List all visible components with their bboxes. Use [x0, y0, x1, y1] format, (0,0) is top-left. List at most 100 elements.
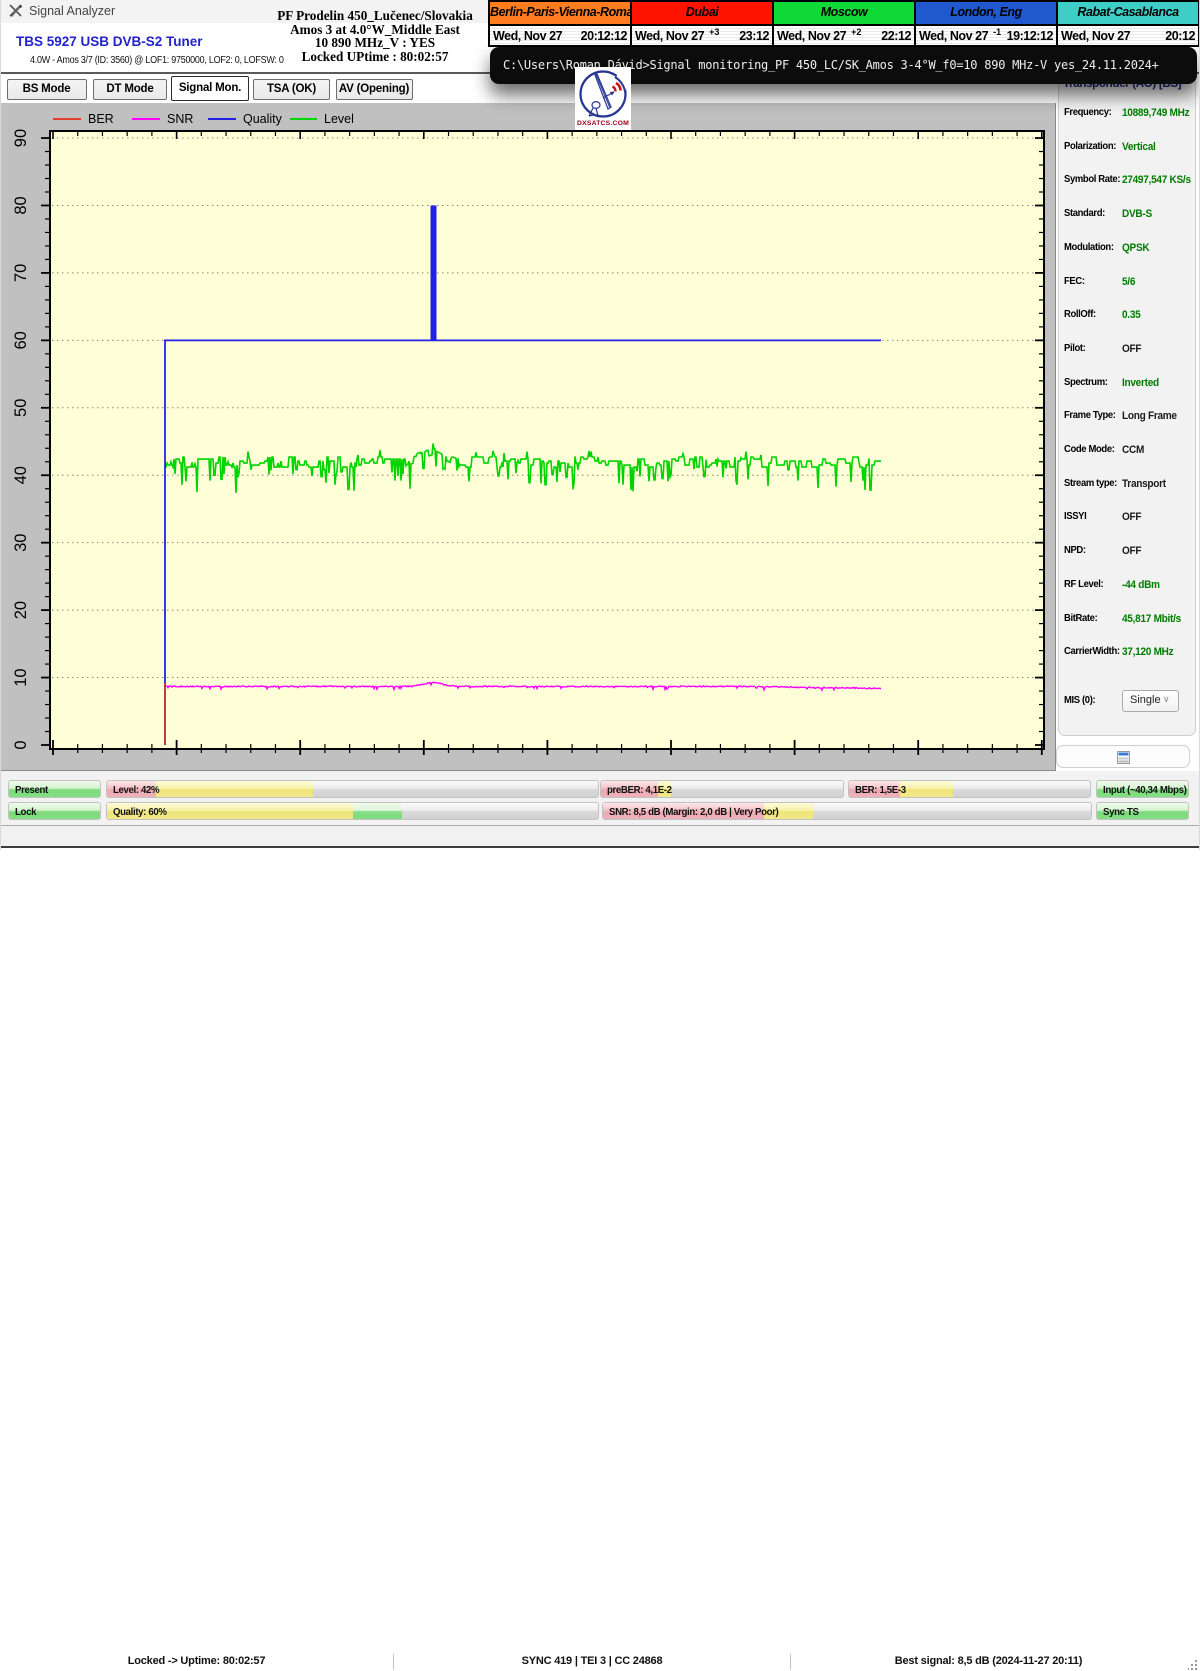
tp-label-code-mode: Code Mode:	[1064, 444, 1115, 455]
tp-value: 37,120 MHz	[1122, 646, 1173, 658]
tp-label-carrierwidth: CarrierWidth:	[1064, 646, 1120, 657]
tab-bs-mode[interactable]: BS Mode	[7, 79, 87, 100]
tp-value: Inverted	[1122, 377, 1159, 389]
legend-swatch-ber	[53, 118, 81, 120]
statusbar-uptime: Locked -> Uptime: 80:02:57	[0, 1655, 393, 1667]
clock-city-label: London, Eng	[916, 2, 1056, 24]
mis-label: MIS (0):	[1064, 695, 1095, 706]
tp-value: Transport	[1122, 478, 1166, 490]
tp-label-npd: NPD:	[1064, 545, 1086, 556]
tp-value: OFF	[1122, 343, 1141, 355]
clock-utc-offset: +2	[851, 27, 861, 37]
tp-value: 0.35	[1122, 309, 1140, 321]
dxsatcs-logo: DXSATCS.COM	[575, 67, 631, 130]
tp-label-issyi: ISSYI	[1064, 511, 1086, 522]
meter-preber: preBER: 4,1E-2	[600, 780, 844, 798]
meter-label: Level: 42%	[113, 784, 159, 796]
clock-utc-offset: -1	[993, 27, 1001, 37]
clock-date: Wed, Nov 27	[635, 29, 704, 43]
meter-bars-region: Present Level: 42% preBER: 4,1E-2 BER: 1,5E…	[0, 771, 1200, 825]
clock-date: Wed, Nov 27	[777, 29, 846, 43]
tp-label-rolloff: RollOff:	[1064, 309, 1096, 320]
tab-tsa-ok[interactable]: TSA (OK)	[253, 79, 330, 100]
meter-label: preBER: 4,1E-2	[607, 784, 672, 796]
legend-swatch-level	[290, 118, 317, 120]
window-title: Signal Analyzer	[29, 4, 115, 18]
legend-swatch-snr	[132, 118, 160, 120]
tp-label-spectrum: Spectrum:	[1064, 377, 1108, 388]
tp-label-polarization: Polarization:	[1064, 141, 1116, 152]
clock-time: 19:12:12	[1007, 29, 1053, 43]
svg-text:0: 0	[12, 740, 30, 749]
legend-item-ber: BER	[53, 111, 114, 127]
site-info: PF Prodelin 450_Lučenec/SlovakiaAmos 3 a…	[225, 9, 525, 64]
clock-time: 20:12:12	[581, 29, 627, 43]
clock-time: 23:12	[739, 29, 769, 43]
world-clocks: Berlin-Paris-Vienna-RomaWed, Nov 2720:12…	[488, 0, 1200, 47]
clock-datetime: Wed, Nov 27 +3 23:12	[632, 24, 772, 45]
app-icon	[8, 3, 24, 19]
site-info-line: 10 890 MHz_V : YES	[225, 36, 525, 50]
tp-label-fec: FEC:	[1064, 276, 1085, 287]
meter-label: SNR: 8,5 dB (Margin: 2,0 dB | Very Poor)	[609, 806, 778, 818]
svg-text:10: 10	[12, 668, 30, 686]
meter-label: Present	[15, 784, 48, 796]
clock-time: 20:12	[1165, 29, 1195, 43]
logo-caption: DXSATCS.COM	[575, 120, 631, 127]
tp-label-stream-type: Stream type:	[1064, 478, 1117, 489]
tp-value: 45,817 Mbit/s	[1122, 613, 1181, 625]
meter-label: Lock	[15, 806, 36, 818]
clock-berlin-paris-vienna-roma: Berlin-Paris-Vienna-RomaWed, Nov 2720:12…	[490, 2, 632, 45]
tp-label-pilot: Pilot:	[1064, 343, 1085, 354]
clock-date: Wed, Nov 27	[1061, 29, 1130, 43]
meter-level: Level: 42%	[106, 780, 599, 798]
clock-datetime: Wed, Nov 27+222:12	[774, 24, 914, 45]
tab-dt-mode[interactable]: DT Mode	[93, 79, 167, 100]
clock-utc-offset: +3	[709, 27, 719, 37]
chart-panel: BERSNRQualityLevel 0102030405060708090	[0, 103, 1056, 771]
clock-city-label: Dubai	[632, 2, 772, 24]
clock-moscow: MoscowWed, Nov 27+222:12	[774, 2, 916, 45]
panel-footer-card	[1056, 745, 1190, 768]
meter-label: BER: 1,5E-3	[855, 784, 906, 796]
tp-value: Vertical	[1122, 141, 1156, 153]
meter-label: Input (~40,34 Mbps)	[1103, 784, 1186, 796]
tab-signal-mon[interactable]: Signal Mon.	[171, 76, 249, 101]
window-bottom-edge	[0, 846, 1200, 848]
list-view-button[interactable]	[1117, 751, 1130, 764]
tab-av-opening[interactable]: AV (Opening)	[336, 79, 413, 100]
svg-text:80: 80	[12, 196, 30, 214]
statusbar: Locked -> Uptime: 80:02:57 SYNC 419 | TE…	[0, 825, 1200, 848]
clock-datetime: Wed, Nov 2720:12:12	[490, 24, 630, 45]
chevron-down-icon: ∨	[1163, 694, 1173, 704]
satellite-dish-icon	[575, 67, 631, 121]
tp-value: Long Frame	[1122, 410, 1177, 422]
meter-quality: Quality: 60%	[106, 802, 599, 820]
meter-present: Present	[8, 780, 101, 798]
svg-text:70: 70	[12, 264, 30, 282]
resize-grip[interactable]	[1188, 1660, 1198, 1671]
tp-value: QPSK	[1122, 242, 1149, 254]
legend-item-quality: Quality	[208, 111, 282, 127]
legend-label: SNR	[167, 112, 193, 126]
statusbar-best-signal: Best signal: 8,5 dB (2024-11-27 20:11)	[791, 1655, 1186, 1667]
clock-date: Wed, Nov 27	[919, 29, 988, 43]
tp-label-standard: Standard:	[1064, 208, 1105, 219]
tp-value: OFF	[1122, 545, 1141, 557]
legend-label: BER	[88, 112, 114, 126]
site-info-line: Amos 3 at 4.0°W_Middle East	[225, 23, 525, 37]
clock-rabat-casablanca: Rabat-CasablancaWed, Nov 2720:12	[1058, 2, 1198, 45]
meter-ber: BER: 1,5E-3	[848, 780, 1091, 798]
meter-snr: SNR: 8,5 dB (Margin: 2,0 dB | Very Poor)	[602, 802, 1092, 820]
tp-value: DVB-S	[1122, 208, 1152, 220]
clock-london-eng: London, Eng Wed, Nov 27 -1 19:12:12	[916, 2, 1058, 45]
tp-value: CCM	[1122, 444, 1144, 456]
legend-item-snr: SNR	[132, 111, 193, 127]
legend-swatch-quality	[208, 118, 236, 120]
tp-value: -44 dBm	[1122, 579, 1160, 591]
legend-label: Level	[324, 112, 354, 126]
tp-label-frame-type: Frame Type:	[1064, 410, 1116, 421]
tp-label-frequency: Frequency:	[1064, 107, 1111, 118]
signal-chart: 0102030405060708090	[0, 103, 1056, 771]
clock-city-label: Moscow	[774, 2, 914, 24]
